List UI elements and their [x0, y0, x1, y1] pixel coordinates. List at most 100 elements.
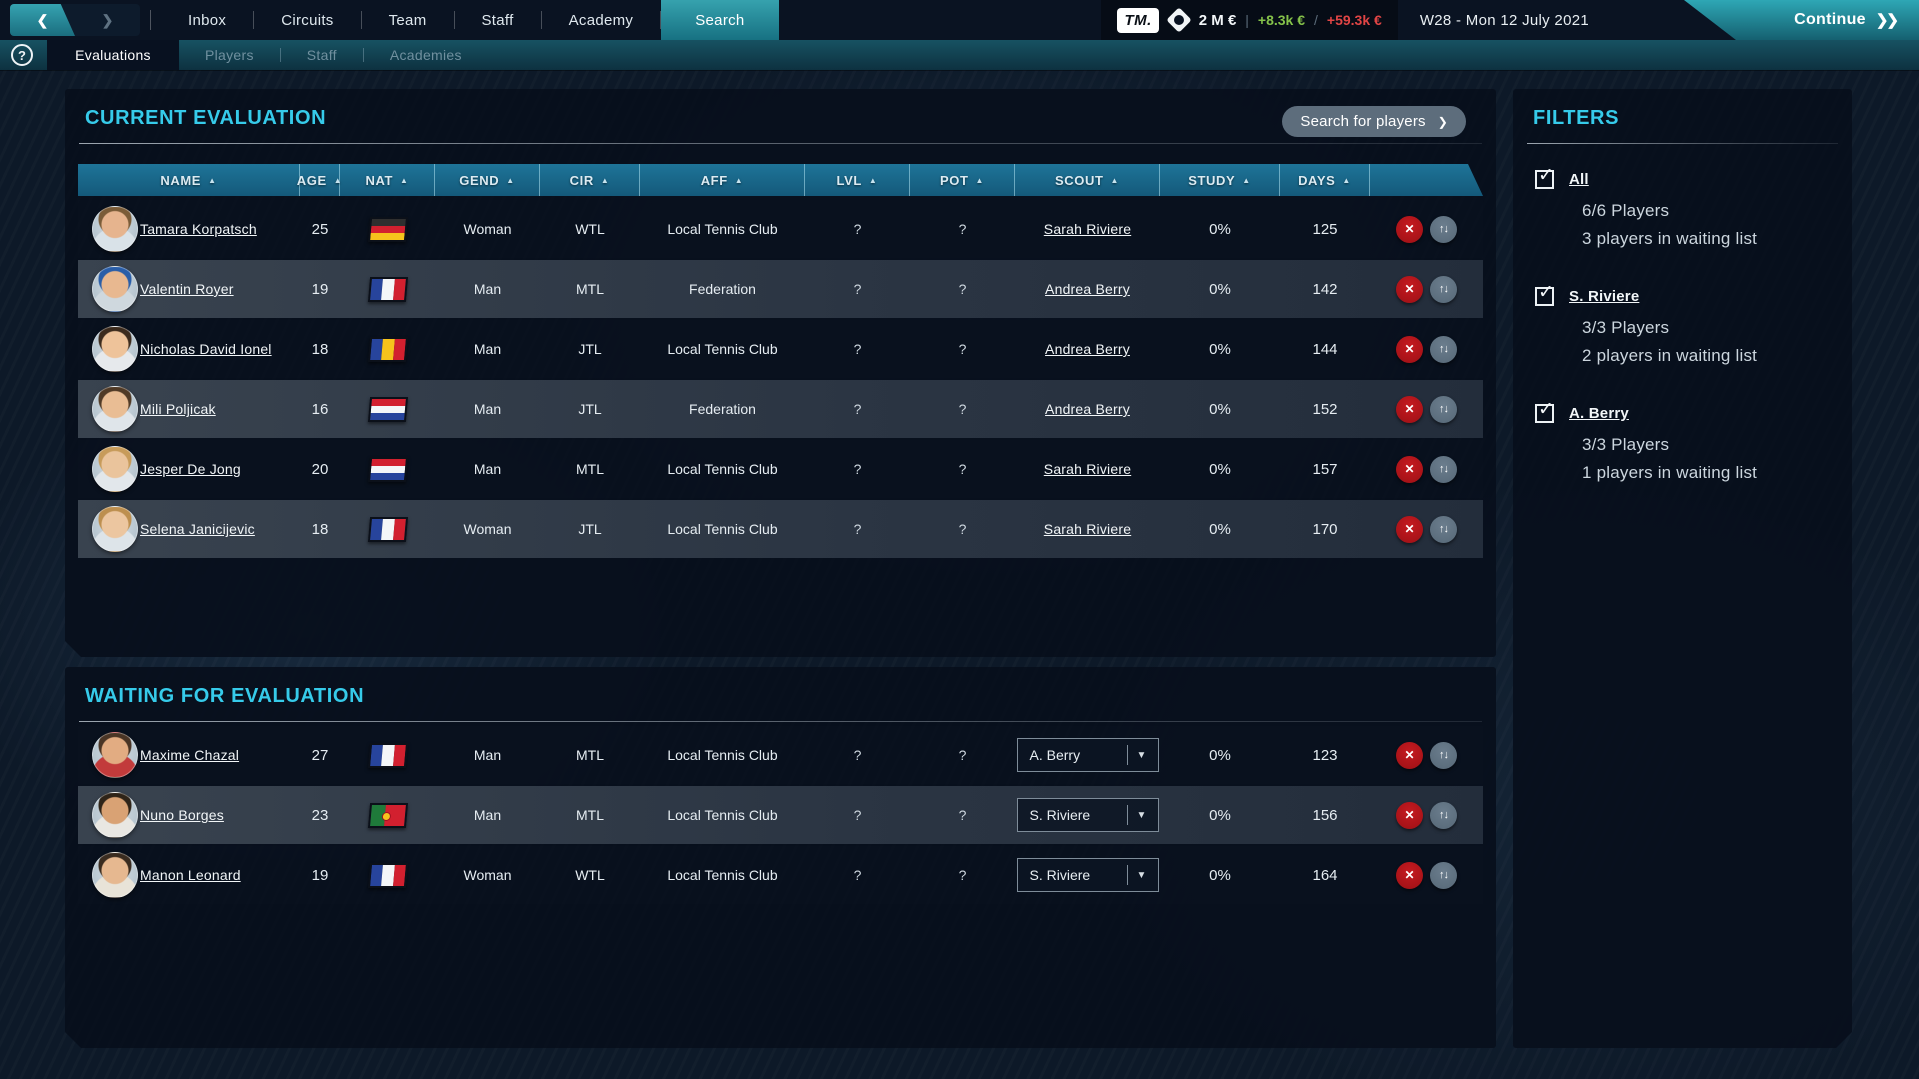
player-name-link[interactable]: Mili Poljicak [140, 401, 216, 417]
swap-priority-button[interactable]: ↑↓ [1430, 396, 1457, 423]
avatar-cell [78, 732, 140, 778]
sort-asc-icon: ▲ [976, 176, 985, 185]
nationality-flag-icon [367, 803, 407, 828]
level-cell: ? [805, 521, 910, 537]
check-icon: ✓ [1538, 164, 1554, 187]
table-header-cell-gend[interactable]: GEND▲ [435, 164, 540, 196]
player-avatar[interactable] [92, 732, 138, 778]
remove-button[interactable]: ✕ [1396, 336, 1423, 363]
player-name-link[interactable]: Manon Leonard [140, 867, 241, 883]
forward-button[interactable]: ❯ [75, 4, 140, 36]
table-header-cell-days[interactable]: DAYS▲ [1280, 164, 1370, 196]
study-cell: 0% [1160, 521, 1280, 538]
days-cell: 142 [1280, 281, 1370, 298]
nav-item-search[interactable]: Search [661, 0, 778, 40]
player-avatar[interactable] [92, 386, 138, 432]
filter-checkbox[interactable]: ✓ [1535, 404, 1554, 423]
swap-priority-button[interactable]: ↑↓ [1430, 862, 1457, 889]
days-count: 142 [1312, 281, 1337, 298]
tab-staff[interactable]: Staff [281, 40, 363, 70]
back-button[interactable]: ❮ [10, 4, 75, 36]
tab-evaluations[interactable]: Evaluations [47, 40, 179, 70]
help-icon[interactable]: ? [11, 44, 33, 66]
player-avatar[interactable] [92, 206, 138, 252]
swap-priority-button[interactable]: ↑↓ [1430, 516, 1457, 543]
flag-stripe [392, 745, 405, 766]
player-name-link[interactable]: Valentin Royer [140, 281, 234, 297]
filter-checkbox[interactable]: ✓ [1535, 170, 1554, 189]
player-name-link[interactable]: Selena Janicijevic [140, 521, 255, 537]
player-name-link[interactable]: Nicholas David Ionel [140, 341, 272, 357]
table-header-cell-nat[interactable]: NAT▲ [340, 164, 435, 196]
player-avatar[interactable] [92, 446, 138, 492]
scout-link[interactable]: Andrea Berry [1045, 341, 1130, 357]
scout-link[interactable]: Andrea Berry [1045, 281, 1130, 297]
name-cell: Nuno Borges [140, 807, 300, 823]
player-avatar[interactable] [92, 506, 138, 552]
scout-link[interactable]: Sarah Riviere [1044, 221, 1131, 237]
player-avatar[interactable] [92, 852, 138, 898]
scout-select[interactable]: A. Berry▼ [1017, 738, 1159, 772]
swap-priority-button[interactable]: ↑↓ [1430, 802, 1457, 829]
remove-button[interactable]: ✕ [1396, 802, 1423, 829]
filter-label-link[interactable]: S. Riviere [1569, 288, 1639, 305]
nav-item-circuits[interactable]: Circuits [254, 0, 360, 40]
study-cell: 0% [1160, 461, 1280, 478]
table-header-cell-scout[interactable]: SCOUT▲ [1015, 164, 1160, 196]
player-name-link[interactable]: Tamara Korpatsch [140, 221, 257, 237]
nav-item-team[interactable]: Team [362, 0, 454, 40]
table-header-cell-age[interactable]: AGE▲ [300, 164, 340, 196]
nav-item-academy[interactable]: Academy [542, 0, 661, 40]
swap-priority-button[interactable]: ↑↓ [1430, 742, 1457, 769]
filter-checkbox[interactable]: ✓ [1535, 287, 1554, 306]
filter-label-link[interactable]: A. Berry [1569, 405, 1629, 422]
table-header-cell-lvl[interactable]: LVL▲ [805, 164, 910, 196]
nav-item-staff[interactable]: Staff [455, 0, 541, 40]
swap-priority-button[interactable]: ↑↓ [1430, 216, 1457, 243]
tab-players[interactable]: Players [179, 40, 280, 70]
filter-players-count: 3/3 Players [1582, 431, 1852, 459]
tab-academies[interactable]: Academies [364, 40, 488, 70]
player-avatar[interactable] [92, 266, 138, 312]
weekly-income-value: +8.3k € [1258, 12, 1305, 28]
player-level: ? [854, 341, 862, 357]
player-name-link[interactable]: Maxime Chazal [140, 747, 239, 763]
remove-button[interactable]: ✕ [1396, 742, 1423, 769]
remove-button[interactable]: ✕ [1396, 276, 1423, 303]
scout-select[interactable]: S. Riviere▼ [1017, 858, 1159, 892]
chevron-down-icon: ▼ [1128, 810, 1156, 821]
player-avatar[interactable] [92, 792, 138, 838]
table-header-cell-study[interactable]: STUDY▲ [1160, 164, 1280, 196]
days-count: 157 [1312, 461, 1337, 478]
scout-link[interactable]: Andrea Berry [1045, 401, 1130, 417]
remove-button[interactable]: ✕ [1396, 516, 1423, 543]
swap-priority-button[interactable]: ↑↓ [1430, 276, 1457, 303]
continue-button[interactable]: Continue ❯❯ [1684, 0, 1919, 40]
table-header-cell-name[interactable]: NAME▲ [78, 164, 300, 196]
name-cell: Valentin Royer [140, 281, 300, 297]
filters-panel: FILTERS ✓All6/6 Players3 players in wait… [1513, 89, 1852, 1048]
player-age: 23 [312, 807, 329, 824]
player-avatar[interactable] [92, 326, 138, 372]
swap-priority-button[interactable]: ↑↓ [1430, 456, 1457, 483]
scout-select[interactable]: S. Riviere▼ [1017, 798, 1159, 832]
flag-stripe [370, 226, 405, 233]
filter-label-link[interactable]: All [1569, 171, 1589, 188]
nav-item-inbox[interactable]: Inbox [161, 0, 253, 40]
remove-button[interactable]: ✕ [1396, 396, 1423, 423]
table-header-cell-aff[interactable]: AFF▲ [640, 164, 805, 196]
potential-cell: ? [910, 221, 1015, 237]
player-name-link[interactable]: Nuno Borges [140, 807, 224, 823]
player-name-link[interactable]: Jesper De Jong [140, 461, 241, 477]
remove-button[interactable]: ✕ [1396, 216, 1423, 243]
swap-priority-button[interactable]: ↑↓ [1430, 336, 1457, 363]
table-header-cell-cir[interactable]: CIR▲ [540, 164, 640, 196]
remove-button[interactable]: ✕ [1396, 862, 1423, 889]
search-for-players-button[interactable]: Search for players ❯ [1282, 106, 1466, 137]
days-count: 156 [1312, 807, 1337, 824]
scout-link[interactable]: Sarah Riviere [1044, 521, 1131, 537]
avatar-cell [78, 326, 140, 372]
table-header-cell-pot[interactable]: POT▲ [910, 164, 1015, 196]
scout-link[interactable]: Sarah Riviere [1044, 461, 1131, 477]
remove-button[interactable]: ✕ [1396, 456, 1423, 483]
